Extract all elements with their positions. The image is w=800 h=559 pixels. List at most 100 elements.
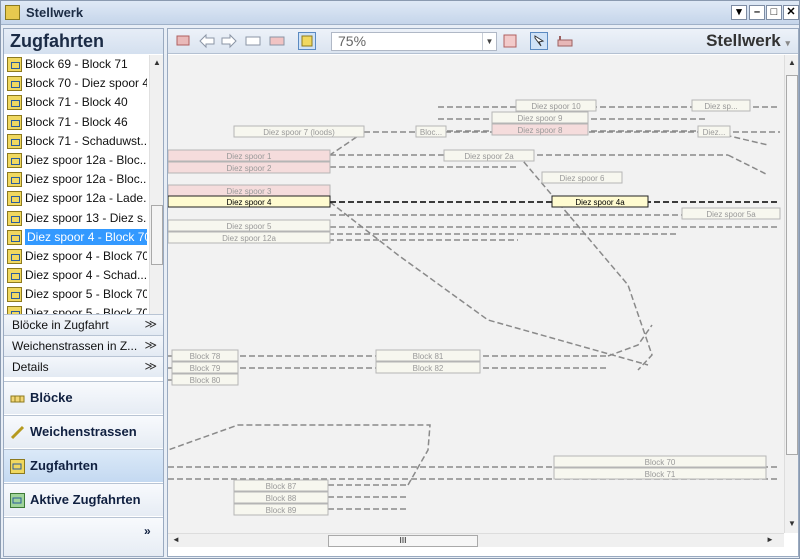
list-item[interactable]: Block 70 - Diez spoor 4 xyxy=(4,74,147,93)
track-block[interactable]: Diez spoor 3 xyxy=(168,184,331,197)
block-label: Diez spoor 12a xyxy=(222,234,276,243)
blocks-icon xyxy=(10,395,25,403)
track-block[interactable]: Diez spoor 8 xyxy=(491,123,589,136)
track-block[interactable]: Diez sp... xyxy=(691,99,751,112)
track-block[interactable]: Block 79 xyxy=(171,361,239,374)
nav-weichenstrassen[interactable]: Weichenstrassen xyxy=(4,415,163,448)
chevron-down-icon: ≫ xyxy=(144,317,157,331)
track-block[interactable]: Block 80 xyxy=(171,373,239,386)
scroll-left-icon[interactable]: ◄ xyxy=(172,535,180,544)
list-item[interactable]: Diez spoor 4 - Block 70 xyxy=(4,228,147,247)
section-bloecke-in-zugfahrt[interactable]: Blöcke in Zugfahrt ≫ xyxy=(4,314,163,335)
list-item[interactable]: Diez spoor 12a - Bloc... xyxy=(4,151,147,170)
select-mode-icon[interactable] xyxy=(530,32,548,50)
track-block[interactable]: Diez spoor 2 xyxy=(168,161,331,174)
track-block[interactable]: Diez spoor 12a xyxy=(168,231,331,244)
block-red-icon[interactable] xyxy=(268,32,286,50)
train-route-icon xyxy=(7,229,22,245)
zoom-select[interactable]: 75% ▼ xyxy=(331,32,497,51)
section-weichenstrassen[interactable]: Weichenstrassen in Z... ≫ xyxy=(4,335,163,356)
track-block[interactable]: Diez spoor 2a xyxy=(443,149,535,162)
list-item-label: Diez spoor 12a - Lade... xyxy=(25,191,147,206)
zoom-value: 75% xyxy=(338,33,367,49)
block-label: Block 79 xyxy=(190,364,221,373)
track-block[interactable]: Block 71 xyxy=(553,467,767,480)
track-block[interactable]: Diez... xyxy=(697,125,731,138)
horizontal-scrollbar[interactable]: ◄ III ► xyxy=(168,533,784,547)
edit-layout-icon[interactable] xyxy=(556,32,574,50)
list-scrollbar[interactable]: ▲ ▼ xyxy=(149,55,163,341)
route-toggle-icon[interactable] xyxy=(298,32,316,50)
track-block[interactable]: Diez spoor 5 xyxy=(168,219,331,232)
list-item[interactable]: Block 71 - Block 46 xyxy=(4,113,147,132)
arrow-right-icon[interactable] xyxy=(220,32,238,50)
block-label: Diez spoor 4a xyxy=(575,198,625,207)
arrow-left-icon[interactable] xyxy=(198,32,216,50)
scroll-down-icon[interactable]: ▼ xyxy=(788,519,796,528)
track-block[interactable]: Diez spoor 4a xyxy=(551,195,649,208)
train-route-icon xyxy=(10,459,25,474)
list-item[interactable]: Diez spoor 4 - Block 70 xyxy=(4,247,147,266)
track-diagram-canvas[interactable]: Diez spoor 10 Diez sp... Diez spoor 9 Diez … xyxy=(168,55,784,533)
scroll-thumb[interactable] xyxy=(151,205,163,265)
list-item[interactable]: Block 71 - Schaduwst... xyxy=(4,132,147,151)
train-route-icon xyxy=(7,210,22,226)
track-block[interactable]: Diez spoor 9 xyxy=(491,111,589,124)
track-block[interactable]: Bloc... xyxy=(415,125,447,138)
block-label: Block 70 xyxy=(645,458,676,467)
scroll-up-icon[interactable]: ▲ xyxy=(153,58,161,67)
list-item-label: Diez spoor 12a - Bloc... xyxy=(25,172,147,187)
dropdown-menu-button[interactable]: ▾ xyxy=(731,5,747,20)
list-item-label: Block 71 - Block 46 xyxy=(25,114,128,129)
track-block[interactable]: Diez spoor 4 xyxy=(168,195,331,208)
track-block[interactable]: Diez spoor 7 (loods) xyxy=(233,125,365,138)
track-block[interactable]: Diez spoor 1 xyxy=(168,149,331,162)
list-item[interactable]: Block 71 - Block 40 xyxy=(4,93,147,112)
train-route-icon xyxy=(7,114,22,130)
list-item-label: Block 70 - Diez spoor 4 xyxy=(25,76,147,91)
section-details[interactable]: Details ≫ xyxy=(4,356,163,377)
track-block[interactable]: Block 87 xyxy=(233,479,329,492)
block-icon[interactable] xyxy=(244,32,262,50)
nav-label: Weichenstrassen xyxy=(30,424,137,439)
train-icon[interactable] xyxy=(174,32,192,50)
toolbar: 75% ▼ Stellwerk ▾ xyxy=(168,29,798,54)
list-item[interactable]: Diez spoor 5 - Block 70 xyxy=(4,285,147,304)
train-route-icon xyxy=(7,248,22,264)
list-item[interactable]: Diez spoor 12a - Lade... xyxy=(4,189,147,208)
chevron-down-icon: ▼ xyxy=(482,33,496,50)
track-block[interactable]: Block 82 xyxy=(375,361,481,374)
track-block[interactable]: Block 78 xyxy=(171,349,239,362)
scroll-thumb[interactable]: III xyxy=(328,535,478,547)
track-block[interactable]: Block 88 xyxy=(233,491,329,504)
track-block[interactable]: Diez spoor 5a xyxy=(681,207,781,220)
track-block[interactable]: Block 89 xyxy=(233,503,329,516)
close-button[interactable]: ✕ xyxy=(783,5,799,20)
block-label: Diez spoor 2a xyxy=(464,152,514,161)
list-item[interactable]: Diez spoor 12a - Bloc... xyxy=(4,170,147,189)
nav-bloecke[interactable]: Blöcke xyxy=(4,381,163,414)
block-label: Diez spoor 2 xyxy=(227,164,272,173)
nav-label: Aktive Zugfahrten xyxy=(30,492,141,507)
scroll-thumb[interactable] xyxy=(786,75,798,455)
vertical-scrollbar[interactable]: ▲ ▼ xyxy=(784,55,798,533)
track-block[interactable]: Block 81 xyxy=(375,349,481,362)
nav-zugfahrten[interactable]: Zugfahrten xyxy=(4,449,163,482)
more-options-button[interactable]: » xyxy=(4,517,163,556)
fit-view-icon[interactable] xyxy=(501,32,519,50)
minimize-button[interactable]: – xyxy=(749,5,765,20)
maximize-button[interactable]: □ xyxy=(766,5,782,20)
nav-aktive-zugfahrten[interactable]: Aktive Zugfahrten xyxy=(4,483,163,516)
track-block[interactable]: Diez spoor 10 xyxy=(515,99,597,112)
track-block[interactable]: Block 70 xyxy=(553,455,767,468)
block-label: Block 81 xyxy=(413,352,444,361)
scroll-up-icon[interactable]: ▲ xyxy=(788,58,796,67)
block-label: Block 88 xyxy=(266,494,297,503)
train-route-icon xyxy=(7,287,22,303)
list-item[interactable]: Diez spoor 13 - Diez s... xyxy=(4,209,147,228)
scroll-right-icon[interactable]: ► xyxy=(766,535,774,544)
track-block[interactable]: Diez spoor 6 xyxy=(541,171,623,184)
block-label: Diez spoor 8 xyxy=(518,126,563,135)
list-item[interactable]: Diez spoor 4 - Schad... xyxy=(4,266,147,285)
list-item[interactable]: Block 69 - Block 71 xyxy=(4,55,147,74)
